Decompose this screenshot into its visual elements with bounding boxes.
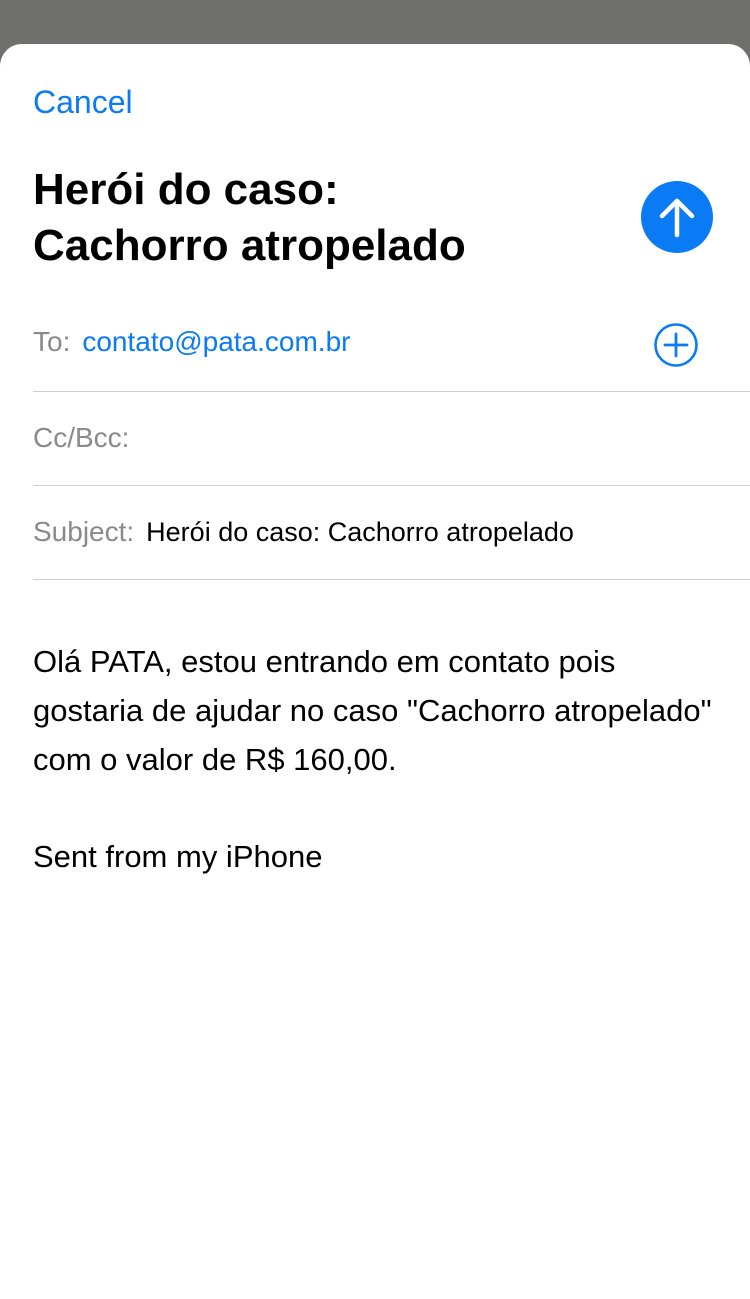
to-recipient[interactable]: contato@pata.com.br (82, 324, 350, 360)
subject-label: Subject: (33, 516, 135, 547)
message-signature[interactable]: Sent from my iPhone (33, 832, 322, 881)
send-button[interactable] (641, 181, 713, 253)
compose-title-line-2: Cachorro atropelado (33, 221, 466, 270)
cc-bcc-field[interactable]: Cc/Bcc: (33, 391, 750, 486)
arrow-up-icon (659, 198, 695, 238)
cc-bcc-label: Cc/Bcc: (33, 422, 130, 453)
subject-input[interactable]: Herói do caso: Cachorro atropelado (146, 514, 574, 550)
to-field[interactable]: To: contato@pata.com.br (33, 297, 750, 392)
message-body[interactable]: Olá PATA, estou entrando em contato pois… (33, 637, 713, 784)
compose-sheet: Cancel Herói do caso: Cachorro atropelad… (0, 44, 750, 1299)
add-recipient-button[interactable] (653, 322, 699, 368)
cancel-button[interactable]: Cancel (33, 82, 133, 122)
compose-title-line-1: Herói do caso: (33, 165, 339, 214)
plus-circle-icon (654, 323, 698, 367)
to-label: To: (33, 326, 71, 357)
subject-field[interactable]: Subject: Herói do caso: Cachorro atropel… (33, 485, 750, 580)
compose-title: Herói do caso: Cachorro atropelado (33, 162, 593, 274)
